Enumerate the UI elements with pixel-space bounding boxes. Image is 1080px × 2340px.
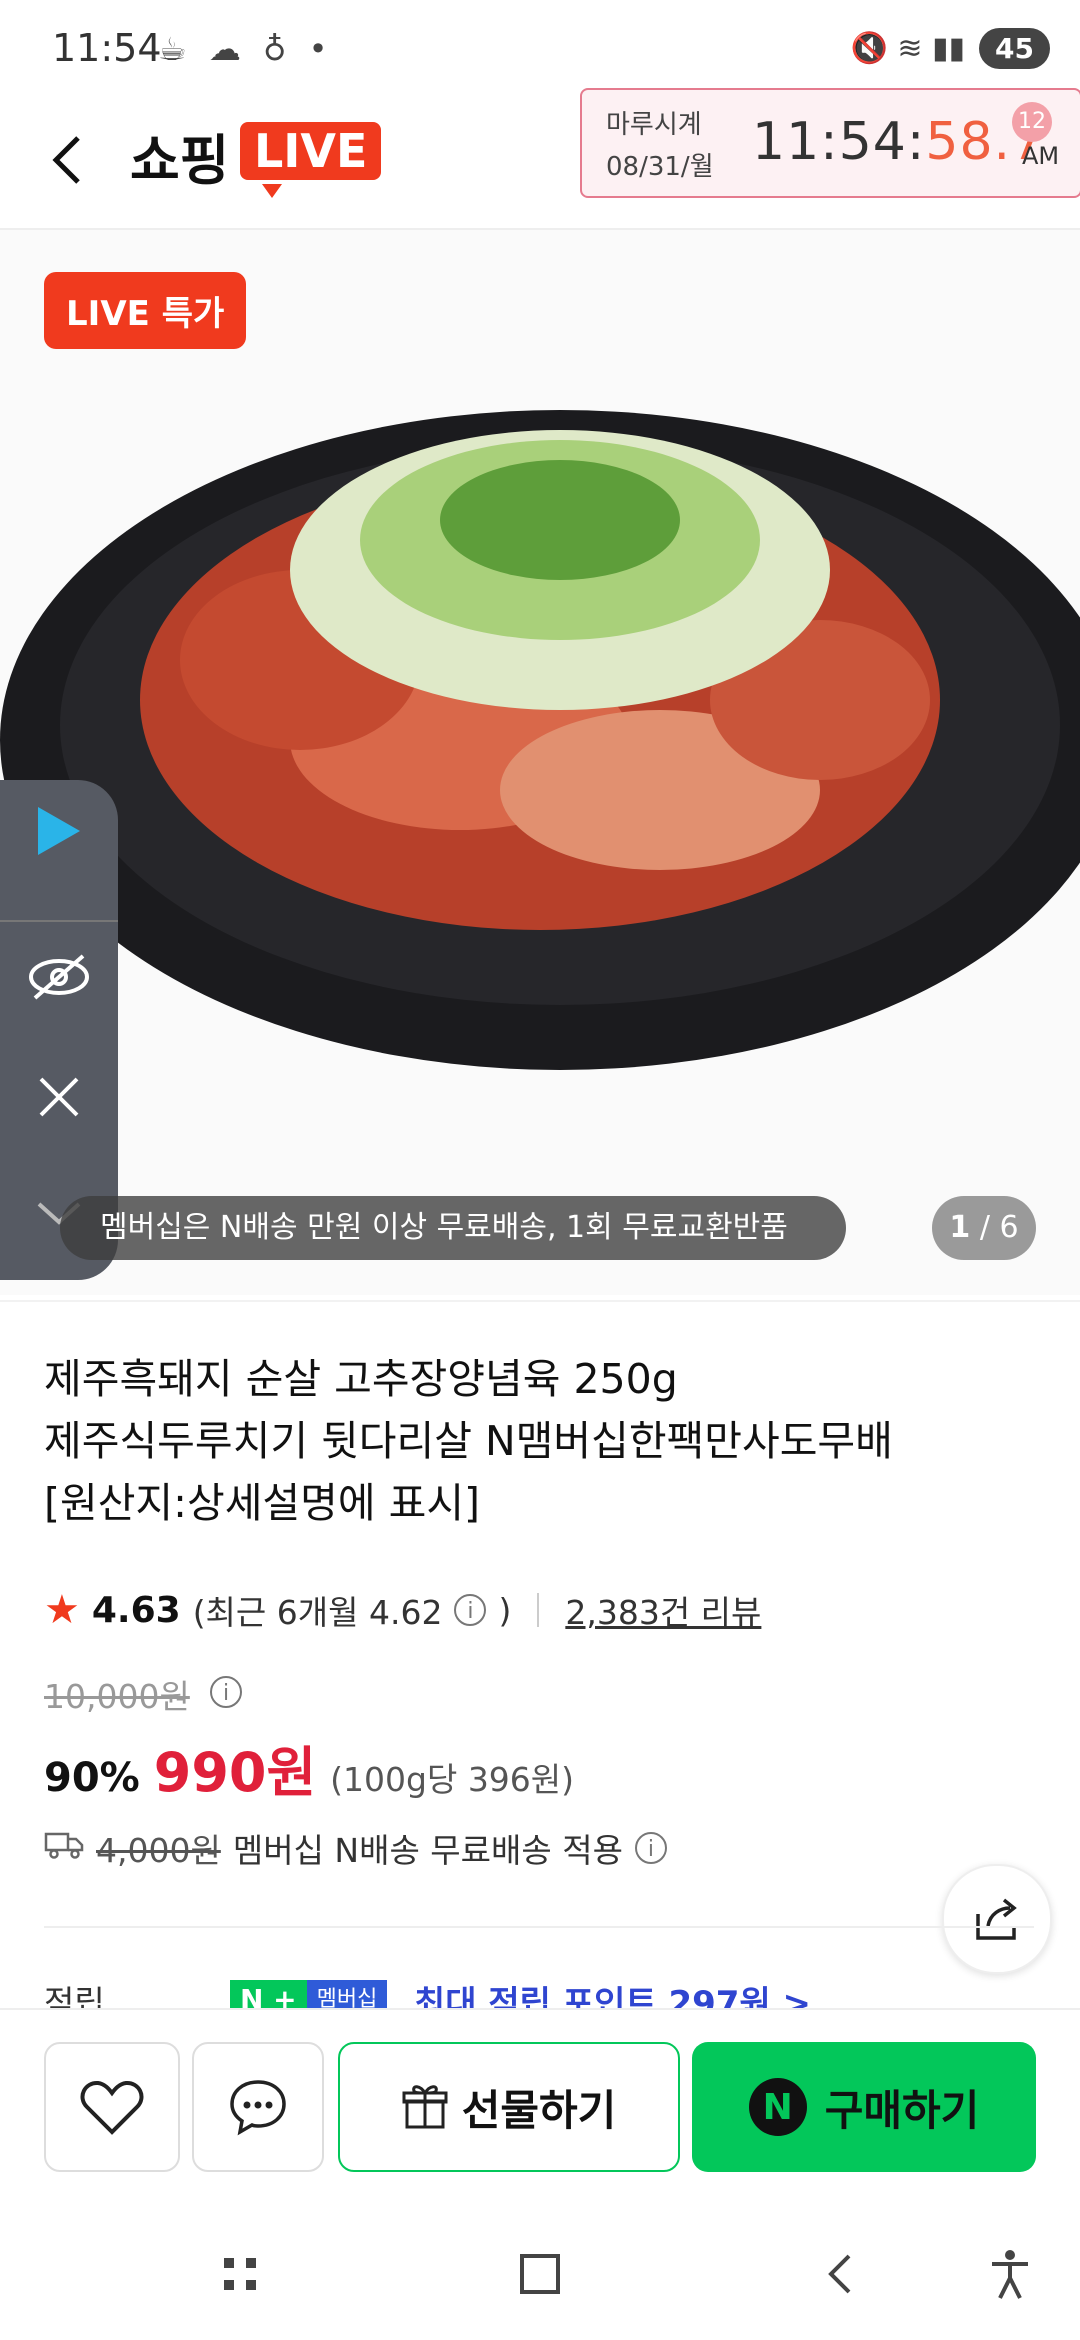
shipping-info-icon[interactable]: i	[634, 1832, 667, 1864]
battery-icon: 45	[979, 28, 1050, 69]
hide-icon[interactable]	[20, 938, 98, 1016]
recent-apps-icon[interactable]	[210, 2244, 270, 2304]
shipping-text: 멤버십 N배송 무료배송 적용	[232, 1831, 623, 1870]
review-count-link[interactable]: 2,383건 리뷰	[565, 1586, 761, 1634]
truck-icon	[44, 1829, 84, 1868]
chat-button[interactable]	[192, 2042, 324, 2172]
play-icon[interactable]	[20, 792, 98, 870]
sale-price: 990원	[153, 1741, 317, 1804]
close-icon[interactable]	[20, 1058, 98, 1136]
notification-icons: ☕ ☁ ♁ •	[158, 30, 334, 68]
membership-banner[interactable]: 멤버십은 N배송 만원 이상 무료배송, 1회 무료교환반품	[60, 1196, 846, 1260]
status-time: 11:54	[52, 26, 162, 70]
gift-button-label: 선물하기	[461, 2085, 617, 2135]
share-button[interactable]	[942, 1864, 1052, 1974]
share-icon	[976, 1898, 1017, 1940]
section-divider	[0, 1300, 1080, 1302]
mute-wifi-signal-icons: 🔇 ≋ ▮▮	[850, 31, 966, 66]
accessibility-icon[interactable]	[980, 2244, 1040, 2304]
live-logo-tail	[262, 184, 282, 198]
recent-rating: (최근 6개월 4.62	[192, 1593, 443, 1632]
cart-count-badge: 12	[1012, 102, 1052, 142]
clock-time-main: 11:54:	[752, 112, 926, 172]
title-line-1: 제주흑돼지 순살 고추장양념육 250g	[44, 1355, 678, 1403]
title-line-2: 제주식두루치기 뒷다리살 N맴버십한팩만사도무배	[44, 1417, 893, 1465]
back-nav-icon[interactable]	[810, 2244, 870, 2304]
info-icon[interactable]: i	[454, 1594, 487, 1626]
discount-rate: 90%	[44, 1755, 140, 1801]
original-price: 10,000원	[44, 1677, 190, 1716]
shipping-original-fee: 4,000원	[96, 1831, 221, 1870]
product-title: 제주흑돼지 순살 고추장양념육 250g 제주식두루치기 뒷다리살 N맴버십한팩…	[44, 1348, 1034, 1534]
naver-n-icon: N	[748, 2078, 807, 2136]
back-icon[interactable]	[48, 130, 88, 190]
buy-button-label: 구매하기	[824, 2085, 980, 2135]
page-current: 1	[949, 1210, 971, 1245]
gift-button[interactable]: 선물하기	[338, 2042, 680, 2172]
floating-clock-widget[interactable]: 마루시계 08/31/월 11:54:58.7 12 AM	[580, 88, 1080, 198]
product-image[interactable]	[0, 230, 1080, 1295]
gift-icon	[402, 2085, 448, 2129]
price-row: 90% 990원 (100g당 396원)	[44, 1728, 574, 1807]
clock-time: 11:54:58.7	[752, 112, 1045, 172]
shopping-logo-text: 쇼핑	[130, 129, 230, 192]
price-info-icon[interactable]: i	[210, 1676, 242, 1708]
rating-value: 4.63	[91, 1589, 181, 1631]
title-line-3: [원산지:상세설명에 표시]	[44, 1479, 481, 1527]
recent-rating-close: )	[498, 1590, 512, 1630]
page-total: / 6	[979, 1210, 1019, 1245]
home-icon[interactable]	[510, 2244, 570, 2304]
clock-brand: 마루시계	[606, 110, 702, 140]
buy-button[interactable]: N 구매하기	[692, 2042, 1036, 2172]
system-nav-bar	[0, 2208, 1080, 2340]
live-special-badge: LIVE 특가	[44, 272, 247, 349]
bottom-action-bar: 선물하기 N 구매하기	[0, 2008, 1080, 2210]
wishlist-button[interactable]	[44, 2042, 180, 2172]
clock-ampm: AM	[1022, 142, 1060, 170]
rating-separator	[537, 1593, 540, 1627]
unit-price: (100g당 396원)	[330, 1760, 575, 1799]
rating-row: ★ 4.63 (최근 6개월 4.62 i ) 2,383건 리뷰	[44, 1586, 761, 1634]
shipping-row: 4,000원 멤버십 N배송 무료배송 적용 i	[44, 1824, 667, 1872]
live-logo-badge: LIVE	[240, 122, 382, 180]
star-icon: ★	[44, 1587, 80, 1633]
panel-divider	[0, 920, 118, 922]
points-divider	[44, 1926, 1034, 1928]
clock-date: 08/31/월	[606, 152, 714, 182]
system-icons: 🔇 ≋ ▮▮ 45	[850, 28, 1050, 69]
heart-icon	[80, 2081, 144, 2135]
image-page-indicator: 1 / 6	[932, 1196, 1036, 1260]
chat-icon	[230, 2080, 286, 2136]
status-bar: 11:54 ☕ ☁ ♁ • 🔇 ≋ ▮▮ 45	[0, 0, 1080, 100]
